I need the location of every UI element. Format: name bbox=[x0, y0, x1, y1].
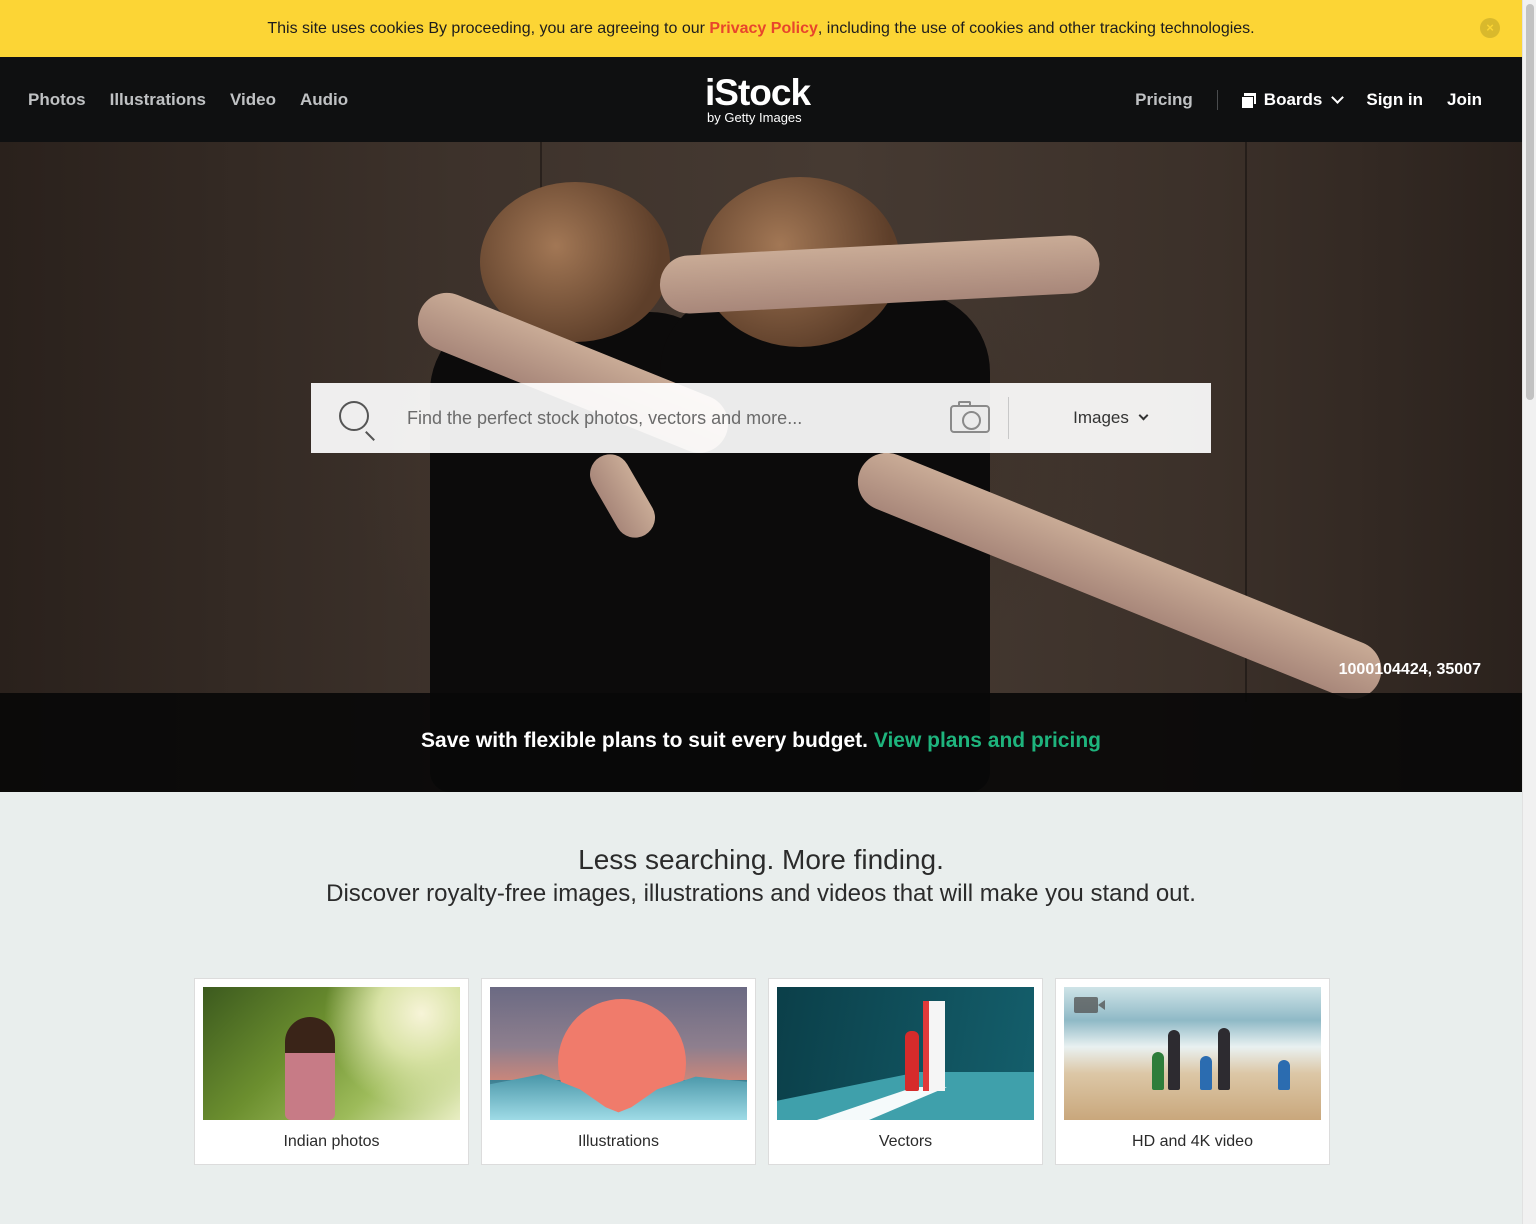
istock-logo[interactable]: iStock by Getty Images bbox=[705, 74, 820, 125]
cookie-banner: This site uses cookies By proceeding, yo… bbox=[0, 0, 1522, 57]
card-vectors[interactable]: Vectors bbox=[768, 978, 1043, 1165]
hero-banner: 1000104424, 35007 Save with flexible pla… bbox=[0, 142, 1522, 792]
search-bar: Images bbox=[311, 383, 1211, 453]
cookie-text-after: , including the use of cookies and other… bbox=[817, 19, 1255, 37]
promo-message: Save with flexible plans to suit every b… bbox=[0, 729, 1522, 753]
pricing-link[interactable]: Pricing bbox=[1135, 89, 1218, 110]
join-link[interactable]: Join bbox=[1447, 90, 1482, 110]
page-scrollbar[interactable] bbox=[1522, 0, 1536, 1224]
boards-icon bbox=[1241, 92, 1256, 108]
card-thumbnail bbox=[1064, 987, 1321, 1120]
search-input[interactable] bbox=[407, 383, 937, 453]
scrollbar-thumb[interactable] bbox=[1526, 4, 1534, 400]
chevron-down-icon bbox=[1138, 410, 1149, 421]
nav-photos[interactable]: Photos bbox=[28, 90, 86, 110]
cookie-text: This site uses cookies By proceeding, yo… bbox=[267, 20, 1254, 38]
search-type-dropdown[interactable]: Images bbox=[1009, 383, 1211, 453]
chevron-down-icon bbox=[1331, 90, 1345, 104]
primary-nav: Photos Illustrations Video Audio bbox=[28, 57, 348, 142]
close-icon[interactable]: × bbox=[1480, 18, 1500, 38]
card-indian-photos[interactable]: Indian photos bbox=[194, 978, 469, 1165]
site-header: Photos Illustrations Video Audio iStock … bbox=[0, 57, 1522, 142]
cookie-text-before: This site uses cookies By proceeding, yo… bbox=[267, 19, 710, 37]
promo-text: Save with flexible plans to suit every b… bbox=[421, 729, 874, 752]
privacy-policy-link[interactable]: Privacy Policy bbox=[709, 20, 818, 37]
account-nav: Pricing Boards Sign in Join bbox=[1135, 57, 1482, 142]
intro-subheading: Discover royalty-free images, illustrati… bbox=[326, 880, 1196, 907]
card-label: Indian photos bbox=[283, 1133, 380, 1150]
search-icon[interactable] bbox=[339, 401, 369, 431]
search-type-label: Images bbox=[1073, 408, 1129, 427]
boards-label: Boards bbox=[1263, 89, 1323, 109]
card-label: HD and 4K video bbox=[1132, 1133, 1253, 1150]
intro-heading: Less searching. More finding. bbox=[578, 844, 944, 875]
card-thumbnail bbox=[490, 987, 747, 1120]
video-icon bbox=[1074, 997, 1105, 1013]
nav-illustrations[interactable]: Illustrations bbox=[110, 90, 206, 110]
card-thumbnail bbox=[203, 987, 460, 1120]
view-plans-link[interactable]: View plans and pricing bbox=[874, 729, 1101, 752]
card-label: Illustrations bbox=[578, 1133, 659, 1150]
card-illustrations[interactable]: Illustrations bbox=[481, 978, 756, 1165]
boards-menu[interactable]: Boards bbox=[1241, 89, 1345, 110]
nav-audio[interactable]: Audio bbox=[300, 90, 348, 110]
logo-wordmark: iStock bbox=[705, 72, 811, 113]
card-label: Vectors bbox=[878, 1133, 933, 1150]
card-thumbnail bbox=[777, 987, 1034, 1120]
sign-in-link[interactable]: Sign in bbox=[1366, 90, 1423, 110]
image-credit: 1000104424, 35007 bbox=[1338, 661, 1481, 678]
category-cards: Indian photos Illustrations Vectors HD a… bbox=[194, 978, 1330, 1165]
card-hd-4k-video[interactable]: HD and 4K video bbox=[1055, 978, 1330, 1165]
intro-section: Less searching. More finding. Discover r… bbox=[0, 843, 1522, 908]
camera-icon[interactable] bbox=[950, 401, 990, 433]
nav-video[interactable]: Video bbox=[230, 90, 276, 110]
